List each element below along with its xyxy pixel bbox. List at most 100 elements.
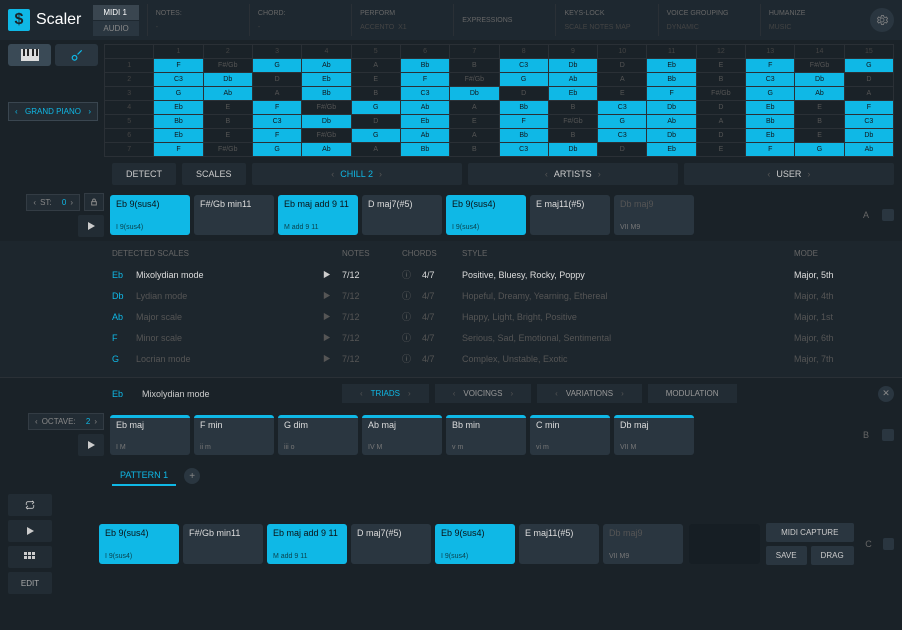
grid-cell[interactable]: Bb — [499, 129, 548, 143]
empty-chord-slot[interactable] — [689, 524, 760, 564]
grid-cell[interactable]: G — [598, 115, 647, 129]
chord-card[interactable]: F minii m — [194, 415, 274, 455]
grid-cell[interactable]: Eb — [400, 115, 449, 129]
edit-button[interactable]: EDIT — [8, 572, 52, 594]
octave-field[interactable]: ‹OCTAVE: 2› — [28, 413, 104, 430]
chord-card[interactable]: Eb 9(sus4)I 9(sus4) — [435, 524, 515, 564]
info-icon[interactable]: ⓘ — [402, 289, 422, 302]
tab-triads[interactable]: ‹TRIADS› — [342, 384, 429, 403]
grid-cell[interactable]: B — [696, 73, 745, 87]
grid-cell[interactable]: E — [696, 59, 745, 73]
section-toggle-b[interactable] — [882, 429, 894, 441]
grid-cell[interactable]: Db — [548, 59, 597, 73]
grid-cell[interactable]: Ab — [203, 87, 252, 101]
chord-card[interactable]: F#/Gb min11 — [194, 195, 274, 235]
grid-cell[interactable]: G — [795, 143, 844, 157]
play-button-b[interactable] — [78, 434, 104, 456]
grid-cell[interactable]: Eb — [154, 129, 203, 143]
grid-cell[interactable]: C3 — [746, 73, 795, 87]
st-field[interactable]: ‹ST: 0› — [26, 194, 80, 211]
scale-row[interactable]: DbLydian mode7/12ⓘ4/7Hopeful, Dreamy, Ye… — [112, 285, 894, 306]
grid-cell[interactable]: Bb — [400, 59, 449, 73]
grid-cell[interactable]: F#/Gb — [450, 73, 499, 87]
tab-artists[interactable]: ‹ARTISTS› — [468, 163, 678, 185]
grid-cell[interactable]: Eb — [302, 73, 351, 87]
grid-cell[interactable]: E — [351, 73, 400, 87]
chord-card[interactable]: Eb 9(sus4)I 9(sus4) — [110, 195, 190, 235]
grid-cell[interactable]: B — [203, 115, 252, 129]
instrument-selector[interactable]: ‹ GRAND PIANO › — [8, 102, 98, 121]
grid-cell[interactable]: A — [450, 101, 499, 115]
grid-cell[interactable]: F — [844, 101, 893, 115]
grid-cell[interactable]: D — [696, 129, 745, 143]
chord-card[interactable]: Ab majIV M — [362, 415, 442, 455]
tab-modulation[interactable]: MODULATION — [648, 384, 737, 403]
grid-cell[interactable]: Bb — [302, 87, 351, 101]
grid-cell[interactable]: F — [746, 59, 795, 73]
tab-scales[interactable]: SCALES — [182, 163, 246, 185]
grid-cell[interactable]: Db — [302, 115, 351, 129]
grid-cell[interactable]: Ab — [302, 143, 351, 157]
note-grid[interactable]: 1234567891011121314151FF#/GbGAbABbBC3DbD… — [104, 44, 894, 157]
pattern-tab[interactable]: PATTERN 1 — [112, 466, 176, 486]
scale-row[interactable]: EbMixolydian mode7/12ⓘ4/7Positive, Blues… — [112, 264, 894, 285]
chord-card[interactable]: D maj7(#5) — [362, 195, 442, 235]
grid-cell[interactable]: Db — [647, 101, 696, 115]
play-button-a[interactable] — [78, 215, 104, 237]
grid-cell[interactable]: F#/Gb — [302, 101, 351, 115]
grid-cell[interactable]: C3 — [499, 59, 548, 73]
info-icon[interactable]: ⓘ — [402, 352, 422, 365]
grid-cell[interactable]: Db — [844, 129, 893, 143]
grid-cell[interactable]: F — [499, 115, 548, 129]
grid-cell[interactable]: F#/Gb — [696, 87, 745, 101]
grid-cell[interactable]: Bb — [746, 115, 795, 129]
grid-cell[interactable]: F — [154, 59, 203, 73]
grid-cell[interactable]: F — [154, 143, 203, 157]
section-humanize[interactable]: HUMANIZE MUSIC — [760, 4, 862, 36]
guitar-view-button[interactable] — [55, 44, 98, 66]
grid-cell[interactable]: Eb — [746, 101, 795, 115]
grid-cell[interactable]: Db — [795, 73, 844, 87]
chord-card[interactable]: Eb 9(sus4)I 9(sus4) — [99, 524, 179, 564]
grid-cell[interactable]: A — [844, 87, 893, 101]
grid-cell[interactable]: G — [844, 59, 893, 73]
tab-user[interactable]: ‹USER› — [684, 163, 894, 185]
grid-cell[interactable]: Ab — [795, 87, 844, 101]
scale-play-button[interactable] — [322, 270, 342, 279]
grid-cell[interactable]: E — [203, 101, 252, 115]
grid-cell[interactable]: E — [795, 101, 844, 115]
grid-cell[interactable]: F#/Gb — [203, 143, 252, 157]
loop-button[interactable] — [8, 494, 52, 516]
info-icon[interactable]: ⓘ — [402, 268, 422, 281]
info-icon[interactable]: ⓘ — [402, 310, 422, 323]
grid-cell[interactable]: B — [548, 101, 597, 115]
grid-cell[interactable]: Bb — [647, 73, 696, 87]
tab-audio[interactable]: AUDIO — [93, 21, 138, 36]
grid-cell[interactable]: D — [252, 73, 301, 87]
chord-card[interactable]: G dimiii o — [278, 415, 358, 455]
tab-detect[interactable]: DETECT — [112, 163, 176, 185]
scale-row[interactable]: GLocrian mode7/12ⓘ4/7Complex, Unstable, … — [112, 348, 894, 369]
drag-button[interactable]: DRAG — [811, 546, 854, 565]
grid-cell[interactable]: C3 — [154, 73, 203, 87]
grid-cell[interactable]: B — [548, 129, 597, 143]
grid-cell[interactable]: Db — [548, 143, 597, 157]
grid-cell[interactable]: F#/Gb — [203, 59, 252, 73]
section-perform[interactable]: PERFORM ACCENTO X1 — [351, 4, 453, 36]
chord-card[interactable]: E maj11(#5) — [519, 524, 599, 564]
chord-card[interactable]: C minvi m — [530, 415, 610, 455]
tab-voicings[interactable]: ‹VOICINGS› — [435, 384, 531, 403]
scale-row[interactable]: AbMajor scale7/12ⓘ4/7Happy, Light, Brigh… — [112, 306, 894, 327]
grid-cell[interactable]: G — [252, 143, 301, 157]
chord-card[interactable]: Eb 9(sus4)I 9(sus4) — [446, 195, 526, 235]
grid-cell[interactable]: C3 — [400, 87, 449, 101]
section-voicegrouping[interactable]: VOICE GROUPING DYNAMIC — [658, 4, 760, 36]
grid-cell[interactable]: A — [252, 87, 301, 101]
grid-cell[interactable]: E — [450, 115, 499, 129]
grid-cell[interactable]: Db — [450, 87, 499, 101]
chord-card[interactable]: Eb majI M — [110, 415, 190, 455]
grid-cell[interactable]: D — [499, 87, 548, 101]
midi-capture-button[interactable]: MIDI CAPTURE — [766, 523, 854, 542]
close-button[interactable]: ✕ — [878, 386, 894, 402]
save-button[interactable]: SAVE — [766, 546, 807, 565]
